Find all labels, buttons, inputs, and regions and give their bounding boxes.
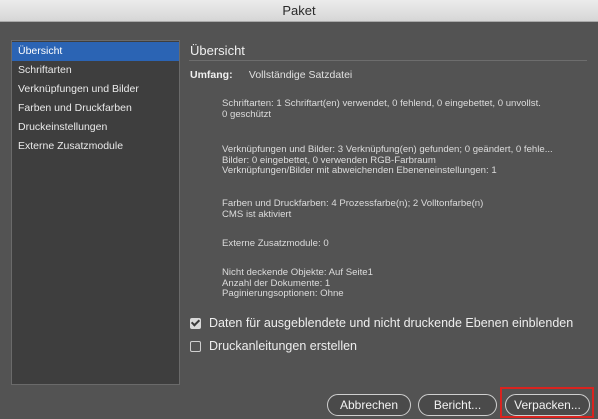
misc-summary-line: Nicht deckende Objekte: Auf Seite1: [222, 268, 373, 278]
sidebar-item-label: Verknüpfungen und Bilder: [18, 83, 139, 95]
cancel-button[interactable]: Abbrechen: [327, 394, 411, 416]
sidebar-item-label: Übersicht: [18, 45, 63, 57]
fonts-summary-line: Schriftarten: 1 Schriftart(en) verwendet…: [222, 99, 541, 109]
sidebar-item-label: Farben und Druckfarben: [18, 102, 132, 114]
scope-value: Vollständige Satzdatei: [248, 69, 353, 81]
instructions-option[interactable]: Druckanleitungen erstellen: [190, 339, 357, 353]
sidebar-item-label: Externe Zusatzmodule: [18, 140, 124, 152]
sidebar-item-links-images[interactable]: Verknüpfungen und Bilder: [12, 80, 179, 99]
sidebar-item-plugins[interactable]: Externe Zusatzmodule: [12, 137, 179, 156]
hidden-layers-label[interactable]: Daten für ausgeblendete und nicht drucke…: [209, 316, 573, 330]
instructions-checkbox[interactable]: [190, 340, 201, 352]
sidebar-item-fonts[interactable]: Schriftarten: [12, 61, 179, 80]
links-summary-line: Bilder: 0 eingebettet, 0 verwenden RGB-F…: [222, 155, 436, 166]
links-summary: Verknüpfungen und Bilder: 3 Verknüpfung(…: [222, 145, 592, 177]
hidden-layers-option[interactable]: Daten für ausgeblendete und nicht drucke…: [190, 316, 573, 330]
sidebar-item-label: Druckeinstellungen: [18, 121, 108, 133]
instructions-label[interactable]: Druckanleitungen erstellen: [209, 339, 357, 353]
plugins-summary-line: Externe Zusatzmodule: 0: [222, 239, 329, 249]
checkmark-icon: [190, 317, 201, 327]
misc-summary-line: Paginierungsoptionen: Ohne: [222, 289, 344, 300]
plugins-summary: Externe Zusatzmodule: 0: [222, 239, 592, 250]
package-button[interactable]: Verpacken...: [505, 394, 590, 416]
section-divider: [189, 60, 587, 61]
links-summary-line: Verknüpfungen und Bilder: 3 Verknüpfung(…: [222, 145, 553, 155]
colors-summary-line: CMS ist aktiviert: [222, 209, 292, 220]
sidebar-item-label: Schriftarten: [18, 64, 72, 76]
scope-label: Umfang:: [190, 69, 233, 81]
colors-summary-line: Farben und Druckfarben: 4 Prozessfarbe(n…: [222, 199, 484, 209]
sidebar-item-print-settings[interactable]: Druckeinstellungen: [12, 118, 179, 137]
colors-summary: Farben und Druckfarben: 4 Prozessfarbe(n…: [222, 199, 592, 220]
fonts-summary: Schriftarten: 1 Schriftart(en) verwendet…: [222, 99, 592, 120]
dialog-title-bar: Paket: [0, 0, 598, 22]
sidebar-item-colors-inks[interactable]: Farben und Druckfarben: [12, 99, 179, 118]
report-button[interactable]: Bericht...: [418, 394, 497, 416]
scope-row: Umfang: Vollständige Satzdatei: [190, 69, 352, 81]
misc-summary-line: Anzahl der Dokumente: 1: [222, 278, 331, 289]
sidebar-item-overview[interactable]: Übersicht: [12, 42, 179, 61]
links-summary-line: Verknüpfungen/Bilder mit abweichenden Eb…: [222, 166, 497, 177]
section-title: Übersicht: [190, 43, 245, 58]
sidebar-list: Übersicht Schriftarten Verknüpfungen und…: [11, 40, 180, 385]
fonts-summary-line: 0 geschützt: [222, 109, 272, 120]
hidden-layers-checkbox[interactable]: [190, 317, 201, 329]
dialog-title: Paket: [282, 3, 316, 18]
misc-summary: Nicht deckende Objekte: Auf Seite1 Anzah…: [222, 268, 592, 300]
